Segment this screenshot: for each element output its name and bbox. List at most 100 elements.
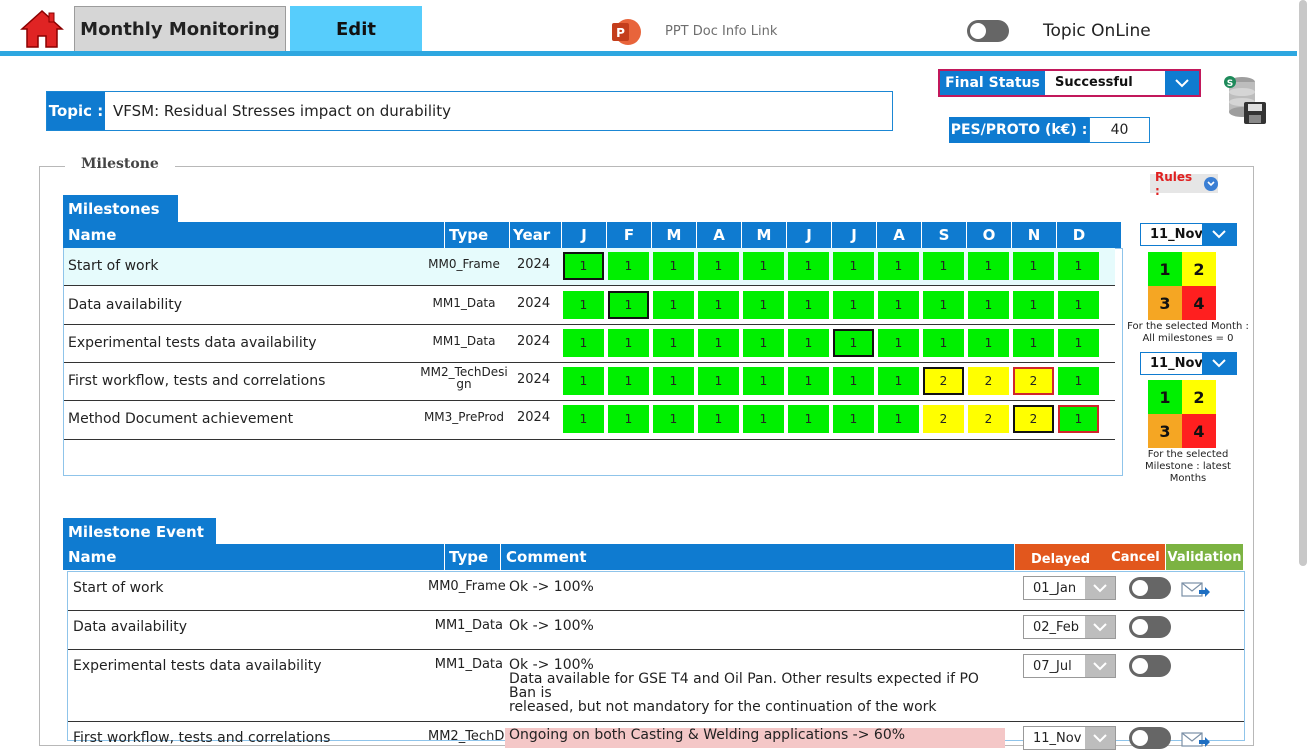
vertical-scrollbar[interactable] (1299, 0, 1307, 566)
event-row[interactable]: Data availability MM1_Data Ok -> 100% 02_Fe… (68, 611, 1244, 650)
milestone-month-cell[interactable]: 1 (743, 329, 784, 357)
milestone-month-cell[interactable]: 1 (788, 252, 829, 280)
milestone-month-cell[interactable]: 1 (653, 329, 694, 357)
milestone-month-cell[interactable]: 1 (698, 405, 739, 433)
milestone-month-cell[interactable]: 1 (833, 329, 874, 357)
milestone-row[interactable]: Data availability MM1_Data 2024 1 1 1 1 1 1 1 1 1 1 1… (64, 287, 1115, 325)
event-cancel-toggle[interactable] (1129, 577, 1171, 599)
ppt-doc-info-link[interactable]: PPT Doc Info Link (665, 24, 777, 39)
milestone-month-cell[interactable]: 1 (608, 329, 649, 357)
milestone-month-cell[interactable]: 1 (653, 291, 694, 319)
milestone-month-cell[interactable]: 1 (833, 291, 874, 319)
milestone-month-cell[interactable]: 1 (833, 252, 874, 280)
milestone-month-cell[interactable]: 2 (923, 405, 964, 433)
milestone-month-cell[interactable]: 1 (788, 329, 829, 357)
milestone-month-cell[interactable]: 1 (653, 405, 694, 433)
chevron-down-icon[interactable] (1165, 71, 1199, 95)
milestone-month-cell[interactable]: 1 (563, 367, 604, 395)
milestone-month-cell[interactable]: 1 (653, 252, 694, 280)
event-cancel-toggle[interactable] (1129, 655, 1171, 677)
month-select-2[interactable]: 11_Nov (1140, 352, 1237, 375)
milestone-month-cell[interactable]: 1 (563, 329, 604, 357)
milestone-month-cell[interactable]: 1 (1058, 367, 1099, 395)
tab-edit[interactable]: Edit (290, 6, 422, 52)
milestone-month-cell[interactable]: 1 (563, 291, 604, 319)
event-name: First workflow, tests and correlations (73, 730, 331, 746)
milestone-month-cell[interactable]: 1 (563, 405, 604, 433)
milestone-month-cell[interactable]: 1 (878, 252, 919, 280)
milestone-month-cell[interactable]: 1 (968, 291, 1009, 319)
milestone-row[interactable]: Start of work MM0_Frame 2024 1 1 1 1 1 1 1 1 1 1 1 1 (64, 248, 1115, 286)
topic-online-toggle[interactable] (967, 20, 1009, 42)
event-cancel-toggle[interactable] (1129, 616, 1171, 638)
milestone-month-cell[interactable]: 2 (1013, 367, 1054, 395)
month-select-1[interactable]: 11_Nov (1140, 223, 1237, 246)
milestone-month-cell[interactable]: 1 (563, 252, 604, 280)
event-delayed-select[interactable]: 07_Jul (1023, 654, 1116, 678)
milestone-month-cell[interactable]: 1 (608, 405, 649, 433)
milestone-row[interactable]: Experimental tests data availability MM1_… (64, 325, 1115, 363)
milestone-month-cell[interactable]: 1 (698, 367, 739, 395)
milestone-month-cell[interactable]: 1 (923, 329, 964, 357)
milestone-month-cell[interactable]: 1 (1013, 329, 1054, 357)
milestone-month-cell[interactable]: 1 (968, 252, 1009, 280)
header-month-8: S (921, 222, 966, 248)
milestone-row[interactable]: First workflow, tests and correlations MM… (64, 363, 1115, 401)
event-row[interactable]: Start of work MM0_Frame Ok -> 100% 01_Jan (68, 572, 1244, 611)
milestone-month-cell[interactable]: 1 (608, 291, 649, 319)
milestone-month-cell[interactable]: 1 (923, 291, 964, 319)
home-icon[interactable] (20, 9, 64, 49)
milestone-month-cell[interactable]: 1 (743, 252, 784, 280)
event-delayed-select[interactable]: 01_Jan (1023, 576, 1116, 600)
milestone-month-cell[interactable]: 1 (878, 405, 919, 433)
rules-button[interactable]: Rules : (1150, 170, 1218, 198)
send-mail-icon[interactable] (1181, 731, 1211, 753)
milestone-month-cell[interactable]: 1 (833, 367, 874, 395)
event-delayed-select[interactable]: 11_Nov (1023, 726, 1116, 750)
event-delayed-select[interactable]: 02_Feb (1023, 615, 1116, 639)
event-row[interactable]: First workflow, tests and correlations MM… (68, 722, 1244, 752)
milestone-month-cell[interactable]: 1 (743, 367, 784, 395)
event-row[interactable]: Experimental tests data availability MM1_… (68, 650, 1244, 722)
event-delayed-value: 07_Jul (1033, 659, 1072, 674)
milestone-month-cell[interactable]: 1 (1058, 329, 1099, 357)
milestone-month-cell[interactable]: 1 (698, 291, 739, 319)
event-comment[interactable]: Ok -> 100% (509, 580, 1009, 594)
milestone-month-cell[interactable]: 1 (968, 329, 1009, 357)
event-comment[interactable]: Ok -> 100% Data available for GSE T4 and … (509, 658, 1009, 714)
milestone-month-cell[interactable]: 1 (1058, 252, 1099, 280)
event-name: Data availability (73, 619, 188, 635)
milestone-month-cell[interactable]: 1 (743, 291, 784, 319)
milestone-month-cell[interactable]: 1 (698, 329, 739, 357)
event-comment[interactable]: Ongoing on both Casting & Welding applic… (505, 728, 1005, 748)
milestone-month-cell[interactable]: 1 (1058, 291, 1099, 319)
milestone-month-cell[interactable]: 2 (923, 367, 964, 395)
send-mail-icon[interactable] (1181, 581, 1211, 603)
save-database-icon[interactable]: S (1222, 74, 1268, 126)
milestone-month-cell[interactable]: 2 (968, 405, 1009, 433)
milestone-month-cell[interactable]: 1 (788, 291, 829, 319)
milestone-month-cell[interactable]: 1 (788, 367, 829, 395)
milestone-month-cell[interactable]: 1 (788, 405, 829, 433)
pes-proto-input[interactable]: 40 (1089, 117, 1150, 143)
milestone-month-cell[interactable]: 1 (878, 291, 919, 319)
milestone-row[interactable]: Method Document achievement MM3_PreProd 20… (64, 401, 1115, 440)
milestone-month-cell[interactable]: 1 (878, 329, 919, 357)
milestone-month-cell[interactable]: 1 (1013, 252, 1054, 280)
milestone-month-cell[interactable]: 1 (743, 405, 784, 433)
milestone-month-cell[interactable]: 1 (698, 252, 739, 280)
event-cancel-toggle[interactable] (1129, 727, 1171, 749)
milestone-month-cell[interactable]: 1 (608, 252, 649, 280)
milestone-month-cell[interactable]: 1 (923, 252, 964, 280)
milestone-month-cell[interactable]: 2 (1013, 405, 1054, 433)
milestone-month-cell[interactable]: 1 (833, 405, 874, 433)
milestone-month-cell[interactable]: 1 (653, 367, 694, 395)
powerpoint-icon[interactable]: P (610, 17, 642, 47)
tab-monthly-monitoring[interactable]: Monthly Monitoring (74, 6, 286, 52)
milestone-month-cell[interactable]: 2 (968, 367, 1009, 395)
milestone-month-cell[interactable]: 1 (1013, 291, 1054, 319)
milestone-month-cell[interactable]: 1 (1058, 405, 1099, 433)
milestone-month-cell[interactable]: 1 (608, 367, 649, 395)
event-comment[interactable]: Ok -> 100% (509, 619, 1009, 633)
milestone-month-cell[interactable]: 1 (878, 367, 919, 395)
